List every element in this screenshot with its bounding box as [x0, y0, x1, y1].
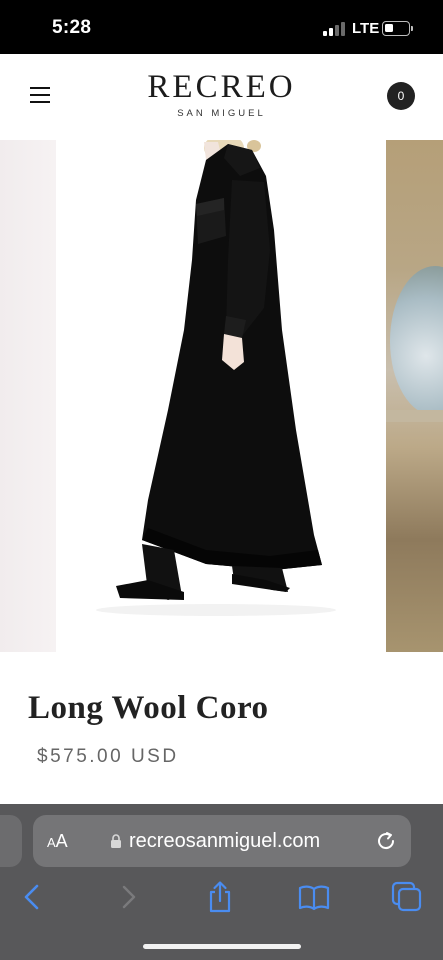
status-bar: 5:28 LTE — [0, 0, 443, 54]
product-title: Long Wool Coro — [28, 690, 269, 726]
reload-icon[interactable] — [374, 829, 398, 853]
browser-toolbar — [0, 874, 443, 924]
network-type: LTE — [352, 20, 380, 37]
bookmarks-icon[interactable] — [297, 880, 331, 914]
product-image-carousel[interactable] — [0, 140, 443, 652]
home-indicator[interactable] — [143, 944, 301, 949]
text-size-small-a: A — [47, 835, 56, 850]
share-icon[interactable] — [203, 880, 237, 914]
url-text: recreosanmiguel.com — [129, 830, 321, 852]
text-size-large-a: A — [55, 831, 68, 851]
product-image-main[interactable] — [56, 140, 386, 652]
site-header: RECREO SAN MIGUEL 0 — [0, 54, 443, 140]
battery-tip — [411, 26, 413, 31]
coat-model-illustration — [96, 140, 336, 616]
back-icon[interactable] — [16, 880, 50, 914]
stone-ledge — [386, 410, 443, 422]
site-logo[interactable]: RECREO SAN MIGUEL — [0, 68, 443, 119]
cart-button[interactable]: 0 — [387, 82, 415, 110]
logo-sub: SAN MIGUEL — [177, 108, 266, 119]
text-size-button[interactable]: AA — [47, 831, 68, 852]
cellular-signal-icon — [323, 22, 345, 36]
carousel-slide-next[interactable] — [386, 140, 443, 652]
arch-window-scene — [390, 266, 443, 416]
browser-bottom-bar: AA recreosanmiguel.com — [0, 804, 443, 960]
battery-level — [385, 24, 393, 32]
status-time: 5:28 — [52, 17, 92, 38]
address-bar[interactable]: AA recreosanmiguel.com — [33, 815, 411, 867]
logo-main: RECREO — [147, 69, 296, 105]
product-price: $575.00 USD — [37, 746, 179, 767]
forward-icon[interactable] — [111, 880, 145, 914]
tabs-icon[interactable] — [390, 880, 424, 914]
carousel-slide-previous[interactable] — [0, 140, 56, 652]
lock-icon — [111, 834, 121, 848]
previous-tab-preview[interactable] — [0, 815, 22, 867]
battery-icon — [382, 21, 410, 36]
